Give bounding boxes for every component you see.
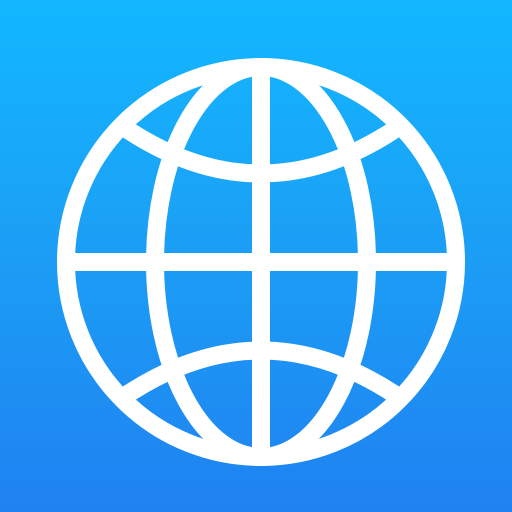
globe-icon bbox=[0, 0, 512, 512]
app-icon[interactable] bbox=[0, 0, 512, 512]
